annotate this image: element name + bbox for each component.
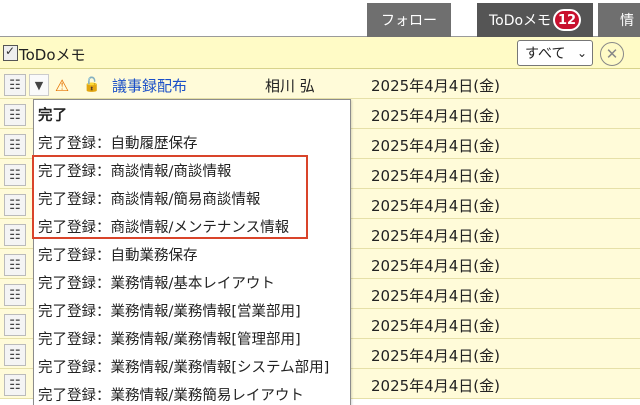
lock-icon: 🔓 bbox=[83, 77, 101, 93]
todo-person: 相川 弘 bbox=[265, 77, 315, 95]
todo-date: 2025年4月4日(金) bbox=[371, 287, 500, 305]
todo-row: ☷ ▼ ⚠ 🔓 議事録配布 相川 弘 2025年4月4日(金) bbox=[0, 69, 640, 99]
todo-memo-icon bbox=[3, 44, 18, 61]
completion-dropdown-menu: 完了 完了登録：自動履歴保存 完了登録：商談情報/商談情報 完了登録：商談情報/… bbox=[33, 99, 351, 405]
warning-icon: ⚠ bbox=[54, 75, 70, 95]
panel-title-bar: ToDoメモ すべて ⌄ ✕ bbox=[0, 37, 640, 69]
todo-date: 2025年4月4日(金) bbox=[371, 197, 500, 215]
checklist-icon[interactable]: ☷ bbox=[4, 194, 26, 216]
tab-follow-label: フォロー bbox=[381, 13, 437, 29]
filter-select-value: すべて bbox=[525, 46, 566, 62]
checklist-icon[interactable]: ☷ bbox=[4, 284, 26, 306]
panel-title: ToDoメモ bbox=[19, 46, 86, 64]
menu-item[interactable]: 完了登録：業務情報/業務情報[管理部用] bbox=[34, 324, 350, 352]
menu-item[interactable]: 完了登録：業務情報/業務情報[システム部用] bbox=[34, 352, 350, 380]
menu-item[interactable]: 完了登録：業務情報/業務情報[営業部用] bbox=[34, 296, 350, 324]
checklist-icon[interactable]: ☷ bbox=[4, 224, 26, 246]
tab-todo-memo[interactable]: ToDoメモ 12 bbox=[477, 3, 593, 37]
highlight-annotation-box bbox=[32, 155, 308, 239]
todo-date: 2025年4月4日(金) bbox=[371, 377, 500, 395]
tab-todo-label: ToDoメモ bbox=[488, 13, 552, 29]
menu-item[interactable]: 完了登録：業務情報/基本レイアウト bbox=[34, 268, 350, 296]
todo-date: 2025年4月4日(金) bbox=[371, 107, 500, 125]
tab-follow[interactable]: フォロー bbox=[367, 3, 451, 37]
menu-item[interactable]: 完了登録：自動履歴保存 bbox=[34, 128, 350, 156]
todo-date: 2025年4月4日(金) bbox=[371, 77, 500, 95]
menu-item-complete[interactable]: 完了 bbox=[34, 100, 350, 128]
todo-date: 2025年4月4日(金) bbox=[371, 137, 500, 155]
checklist-icon[interactable]: ☷ bbox=[4, 374, 26, 396]
menu-item[interactable]: 完了登録：自動業務保存 bbox=[34, 240, 350, 268]
checklist-icon[interactable]: ☷ bbox=[4, 134, 26, 156]
checklist-icon[interactable]: ☷ bbox=[4, 104, 26, 126]
checklist-icon[interactable]: ☷ bbox=[4, 314, 26, 336]
tab-info[interactable]: 情 bbox=[598, 3, 640, 37]
todo-date: 2025年4月4日(金) bbox=[371, 227, 500, 245]
top-tab-bar: フォロー ToDoメモ 12 情 bbox=[0, 0, 640, 37]
close-button[interactable]: ✕ bbox=[600, 42, 624, 66]
checklist-icon[interactable]: ☷ bbox=[4, 344, 26, 366]
close-icon: ✕ bbox=[605, 45, 619, 63]
todo-date: 2025年4月4日(金) bbox=[371, 317, 500, 335]
chevron-down-icon: ⌄ bbox=[576, 46, 587, 60]
tab-info-label: 情 bbox=[620, 13, 634, 29]
todo-date: 2025年4月4日(金) bbox=[371, 347, 500, 365]
filter-select[interactable]: すべて ⌄ bbox=[517, 40, 593, 66]
checklist-icon[interactable]: ☷ bbox=[4, 254, 26, 276]
todo-date: 2025年4月4日(金) bbox=[371, 167, 500, 185]
todo-count-badge: 12 bbox=[553, 9, 582, 31]
todo-date: 2025年4月4日(金) bbox=[371, 257, 500, 275]
menu-item[interactable]: 完了登録：業務情報/業務簡易レイアウト bbox=[34, 380, 350, 405]
row-menu-chevron-icon[interactable]: ▼ bbox=[29, 74, 49, 96]
todo-title-link[interactable]: 議事録配布 bbox=[112, 75, 187, 96]
checklist-icon[interactable]: ☷ bbox=[4, 74, 26, 96]
checklist-icon[interactable]: ☷ bbox=[4, 164, 26, 186]
